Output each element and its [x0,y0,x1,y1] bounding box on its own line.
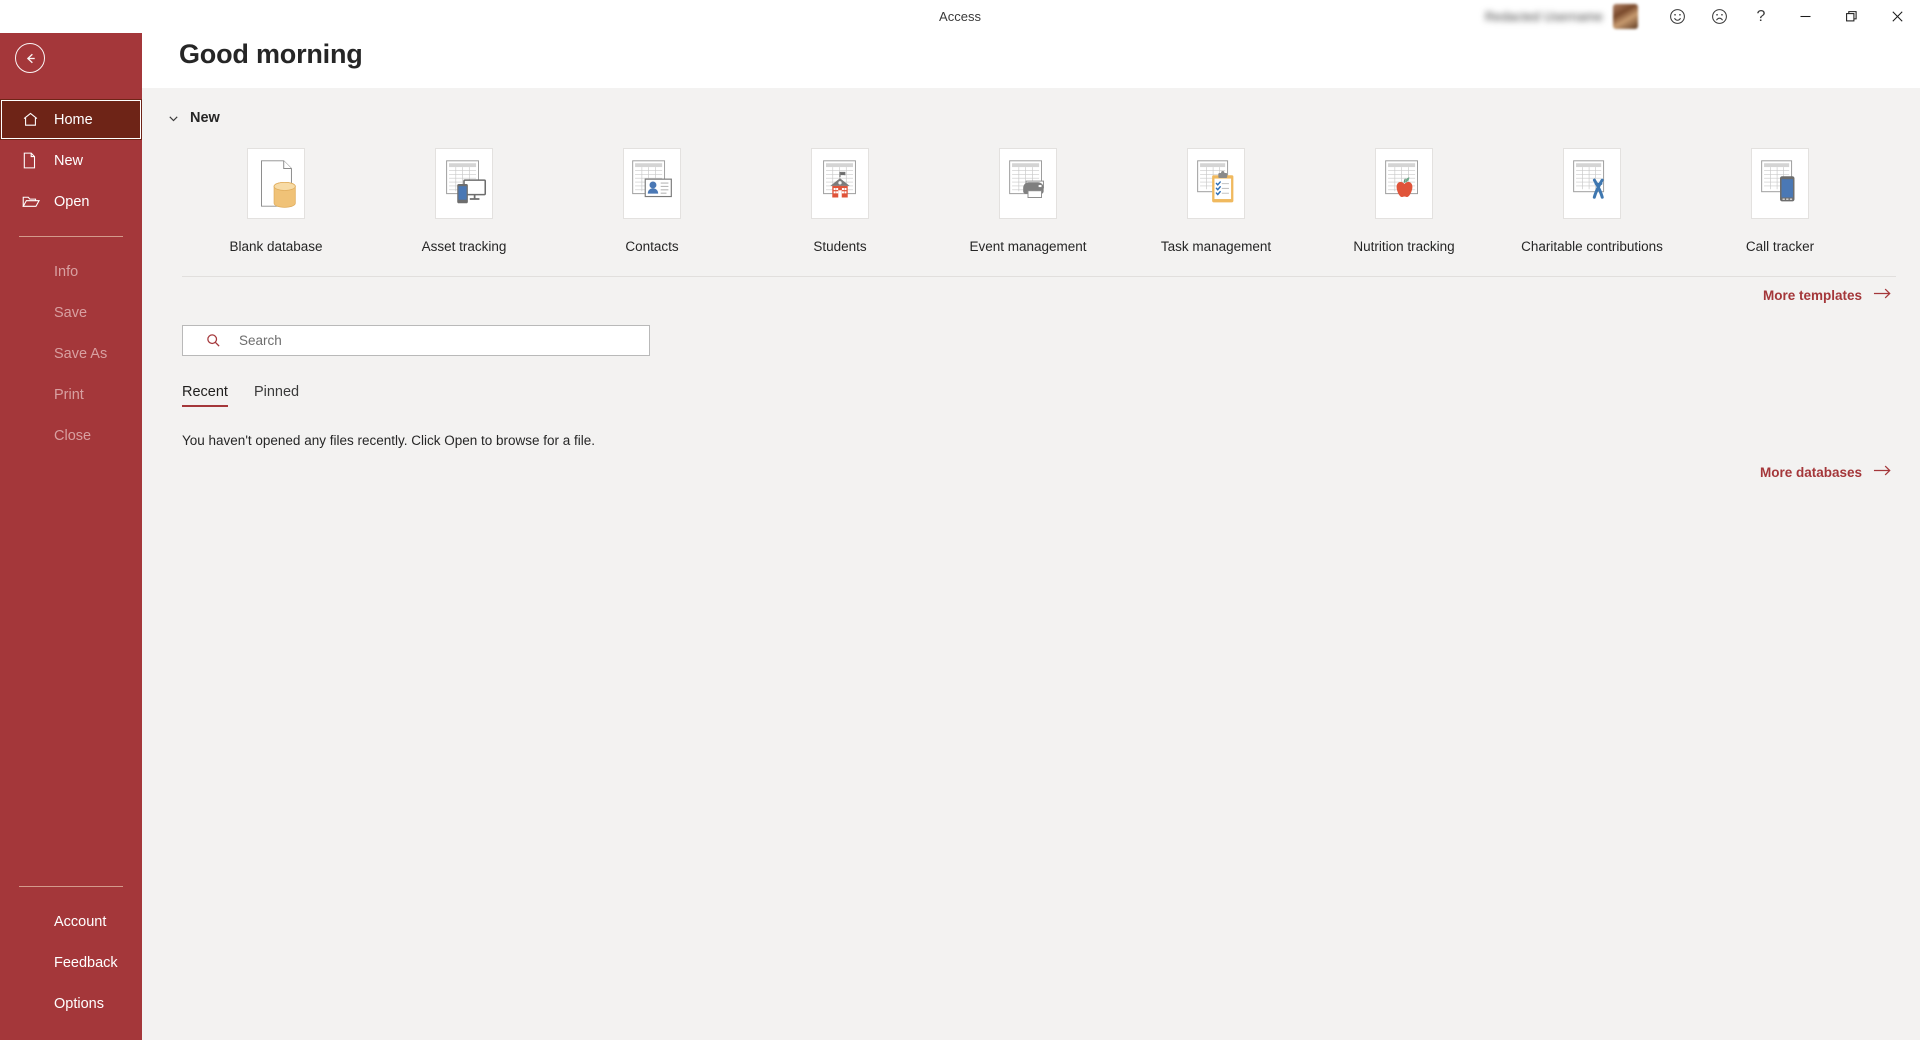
template-card-call-tracker[interactable]: Call tracker [1686,144,1874,262]
sidebar-item-close[interactable]: Close [0,415,142,456]
sidebar-divider-top [19,236,123,237]
main-content: Good morning New Blank database Asset tr… [142,0,1920,1040]
sidebar-item-label: Save [54,304,88,321]
sidebar-item-open[interactable]: Open [0,181,142,222]
more-databases-label: More databases [1759,464,1862,480]
students-icon [811,148,869,219]
template-label: Charitable contributions [1521,239,1663,254]
sidebar-item-info[interactable]: Info [0,251,142,292]
new-section-header[interactable]: New [142,88,1920,126]
template-label: Students [813,239,867,254]
sidebar-item-label: Account [54,913,107,930]
chevron-down-icon[interactable] [167,112,180,125]
blank-database-icon [247,148,305,219]
search-input[interactable] [239,333,639,348]
smiley-face-icon[interactable] [1656,0,1698,33]
template-card-students[interactable]: Students [746,144,934,262]
sidebar-item-label: Save As [54,345,108,362]
template-label: Event management [969,239,1087,254]
template-card-event-management[interactable]: Event management [934,144,1122,262]
template-label: Task management [1160,239,1272,254]
sidebar-item-label: Home [54,111,93,128]
template-label: Call tracker [1745,239,1815,254]
minimize-button[interactable] [1782,0,1828,33]
sidebar-item-print[interactable]: Print [0,374,142,415]
account-name: Redacted Username [1484,9,1603,24]
title-bar-controls: Redacted Username ? [1485,0,1920,33]
empty-recent-message: You haven't opened any files recently. C… [182,433,596,448]
page-title: Good morning [179,39,363,69]
template-label: Asset tracking [421,239,507,254]
sidebar-item-home[interactable]: Home [0,99,142,140]
task-management-icon [1187,148,1245,219]
event-management-icon [999,148,1057,219]
search-icon [206,333,221,348]
open-folder-icon [22,194,44,209]
home-icon [22,111,44,128]
back-button[interactable] [15,43,45,73]
sidebar-divider-bottom [19,886,123,887]
tab-label: Recent [182,384,228,400]
template-label: Nutrition tracking [1353,239,1455,254]
help-icon[interactable]: ? [1740,0,1782,33]
tab-pinned[interactable]: Pinned [254,384,299,407]
title-bar: Access Redacted Username ? [0,0,1920,33]
frowny-face-icon[interactable] [1698,0,1740,33]
sidebar-footer-nav: Account Feedback Options [0,872,142,1040]
sidebar-primary-nav: Home New Open [0,99,142,222]
asset-tracking-icon [435,148,493,219]
sidebar-item-label: Info [54,263,79,280]
sidebar-item-label: New [54,152,84,169]
template-card-nutrition-tracking[interactable]: Nutrition tracking [1310,144,1498,262]
help-glyph: ? [1756,7,1766,25]
sidebar-secondary-nav: Info Save Save As Print Close [0,251,142,456]
tab-label: Pinned [253,384,300,400]
template-label: Blank database [229,239,323,254]
template-card-task-management[interactable]: Task management [1122,144,1310,262]
template-card-blank-database[interactable]: Blank database [182,144,370,262]
template-label: Contacts [625,239,679,254]
template-gallery: Blank database Asset tracking Contacts S… [142,130,1920,262]
avatar[interactable] [1613,4,1638,29]
template-card-charitable-contributions[interactable]: Charitable contributions [1498,144,1686,262]
content-body: New Blank database Asset tracking Contac… [142,88,1920,480]
contacts-icon [623,148,681,219]
close-button[interactable] [1874,0,1920,33]
call-tracker-icon [1751,148,1809,219]
access-start-screen: Home New Open Info Save Save As Print Cl… [0,0,1920,1040]
template-card-contacts[interactable]: Contacts [558,144,746,262]
sidebar-item-options[interactable]: Options [0,983,142,1024]
backstage-sidebar: Home New Open Info Save Save As Print Cl… [0,0,142,1040]
sidebar-item-save[interactable]: Save [0,292,142,333]
search-section [142,303,1920,356]
file-list-tabs: Recent Pinned [142,356,1920,407]
nutrition-tracking-icon [1375,148,1433,219]
more-templates-label: More templates [1762,287,1862,303]
new-document-icon [22,152,44,169]
more-databases-row: More databases [142,448,1920,480]
sidebar-item-feedback[interactable]: Feedback [0,942,142,983]
arrow-right-icon [1873,464,1892,480]
template-card-asset-tracking[interactable]: Asset tracking [370,144,558,262]
sidebar-item-label: Close [54,427,92,444]
more-templates-row: More templates [142,277,1920,303]
sidebar-item-label: Print [54,386,84,403]
sidebar-item-label: Open [54,193,90,210]
arrow-right-icon [1873,287,1892,303]
sidebar-item-label: Feedback [54,954,118,971]
more-databases-link[interactable]: More databases [1760,464,1892,480]
more-templates-link[interactable]: More templates [1763,287,1892,303]
sidebar-item-new[interactable]: New [0,140,142,181]
tab-recent[interactable]: Recent [182,384,228,407]
search-box[interactable] [182,325,650,356]
sidebar-item-save-as[interactable]: Save As [0,333,142,374]
section-title: New [190,110,220,126]
sidebar-item-label: Options [54,995,104,1012]
sidebar-item-account[interactable]: Account [0,901,142,942]
charitable-contributions-icon [1563,148,1621,219]
restore-button[interactable] [1828,0,1874,33]
